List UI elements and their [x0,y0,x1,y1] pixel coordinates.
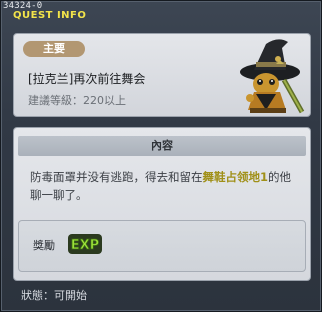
reward-label: 獎勵 [33,239,55,252]
quest-name: [拉克兰]再次前往舞会 [28,72,146,86]
description-text-start: 防毒面罩并没有逃跑，得去和留在 [30,170,203,184]
quest-info-window: 34324-0 QUEST INFO 主要 [拉克兰]再次前往舞会 建議等級：2… [0,0,322,312]
level-requirement: 建議等級：220以上 [28,94,126,107]
category-badge: 主要 [23,41,85,57]
window-title: QUEST INFO [13,10,87,21]
wizard-hat-npc-icon [240,39,305,114]
reward-box: 獎勵 EXP [18,220,306,272]
content-card: 內容 防毒面罩并没有逃跑，得去和留在舞鞋占领地1的他聊一聊了。 獎勵 EXP [13,127,311,281]
exp-icon: EXP [68,234,102,254]
content-header: 內容 [18,136,306,156]
quest-status: 狀態：可開始 [21,289,87,302]
quest-summary-card: 主要 [拉克兰]再次前往舞会 建議等級：220以上 [13,33,311,117]
location-highlight: 舞鞋占领地1 [202,170,269,184]
exp-text: EXP [71,238,99,253]
quest-description: 防毒面罩并没有逃跑，得去和留在舞鞋占领地1的他聊一聊了。 [30,168,302,204]
